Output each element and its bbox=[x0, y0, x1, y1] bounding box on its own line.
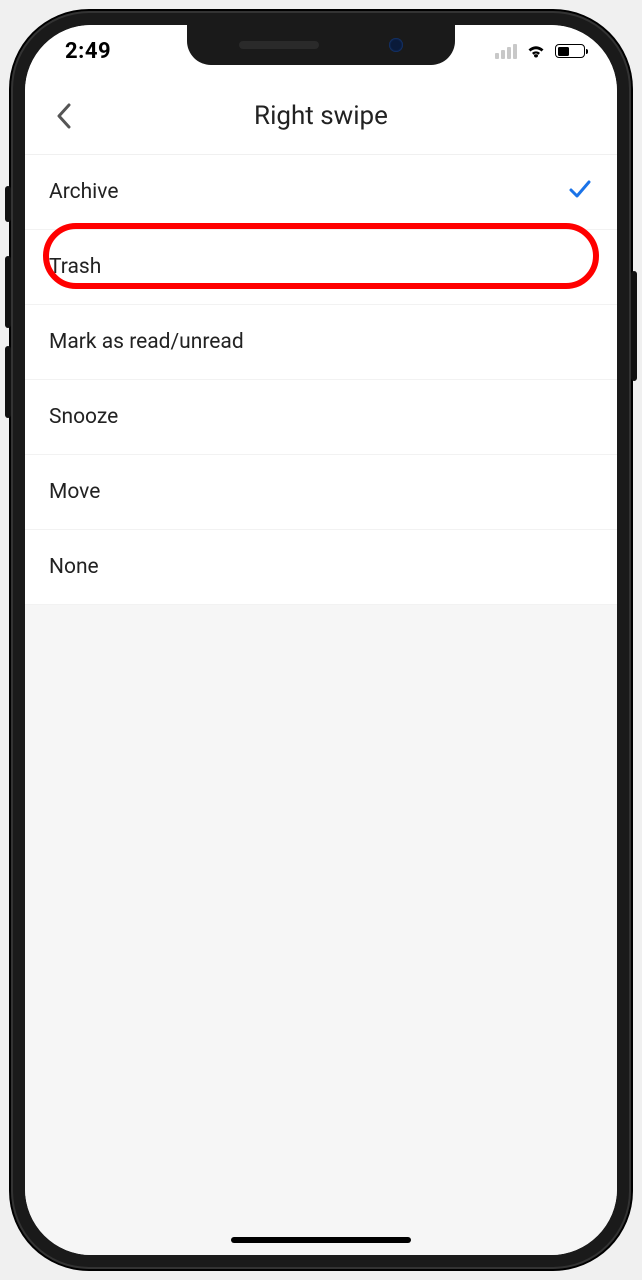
option-snooze[interactable]: Snooze bbox=[25, 380, 617, 455]
volume-up-button bbox=[5, 256, 11, 328]
nav-header: Right swipe bbox=[25, 77, 617, 155]
option-label: Snooze bbox=[49, 405, 118, 429]
check-icon bbox=[567, 176, 593, 208]
chevron-left-icon bbox=[55, 101, 75, 131]
screen: 2:49 Right swipe bbox=[25, 25, 617, 1255]
option-move[interactable]: Move bbox=[25, 455, 617, 530]
status-time: 2:49 bbox=[65, 39, 111, 64]
swipe-options-list: Archive Trash Mark as read/unread Snooze… bbox=[25, 155, 617, 605]
page-title: Right swipe bbox=[254, 101, 388, 131]
status-icons bbox=[495, 43, 585, 59]
option-label: Archive bbox=[49, 180, 118, 204]
option-label: Mark as read/unread bbox=[49, 330, 244, 354]
option-mark-read-unread[interactable]: Mark as read/unread bbox=[25, 305, 617, 380]
cellular-signal-icon bbox=[495, 44, 517, 59]
option-archive[interactable]: Archive bbox=[25, 155, 617, 230]
phone-frame: 2:49 Right swipe bbox=[11, 11, 631, 1269]
option-label: None bbox=[49, 555, 99, 579]
volume-down-button bbox=[5, 346, 11, 418]
empty-area bbox=[25, 605, 617, 1255]
back-button[interactable] bbox=[43, 94, 87, 138]
speaker-grille bbox=[239, 41, 319, 49]
option-trash[interactable]: Trash bbox=[25, 230, 617, 305]
home-indicator[interactable] bbox=[231, 1237, 411, 1243]
front-camera bbox=[389, 38, 403, 52]
power-button bbox=[631, 271, 637, 381]
wifi-icon bbox=[525, 43, 547, 59]
option-none[interactable]: None bbox=[25, 530, 617, 605]
mute-switch bbox=[5, 186, 11, 222]
option-label: Move bbox=[49, 480, 100, 504]
battery-icon bbox=[555, 44, 585, 58]
notch bbox=[187, 25, 455, 65]
option-label: Trash bbox=[49, 255, 101, 279]
